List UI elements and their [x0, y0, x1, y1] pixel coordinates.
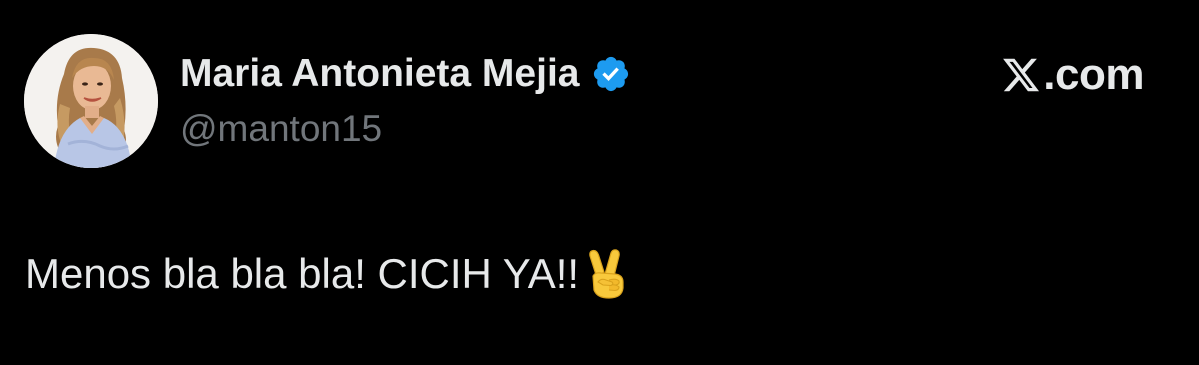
- brand-domain-text: .com: [1043, 50, 1144, 99]
- author-name-row: Maria Antonieta Mejia: [180, 50, 631, 98]
- author-handle[interactable]: @manton15: [180, 108, 382, 150]
- x-logo-icon: [1001, 55, 1041, 95]
- avatar-photo: [24, 34, 158, 168]
- victory-hand-emoji: [585, 248, 629, 300]
- x-brand[interactable]: .com: [1001, 50, 1144, 100]
- verified-badge-icon: [591, 54, 631, 94]
- tweet-body: Menos bla bla bla! CICIH YA!!: [25, 248, 629, 300]
- tweet-text: Menos bla bla bla! CICIH YA!!: [25, 250, 580, 297]
- avatar[interactable]: [24, 34, 158, 168]
- tweet-card: Maria Antonieta Mejia @manton15 .com Men…: [0, 0, 1199, 365]
- author-display-name[interactable]: Maria Antonieta Mejia: [180, 52, 579, 96]
